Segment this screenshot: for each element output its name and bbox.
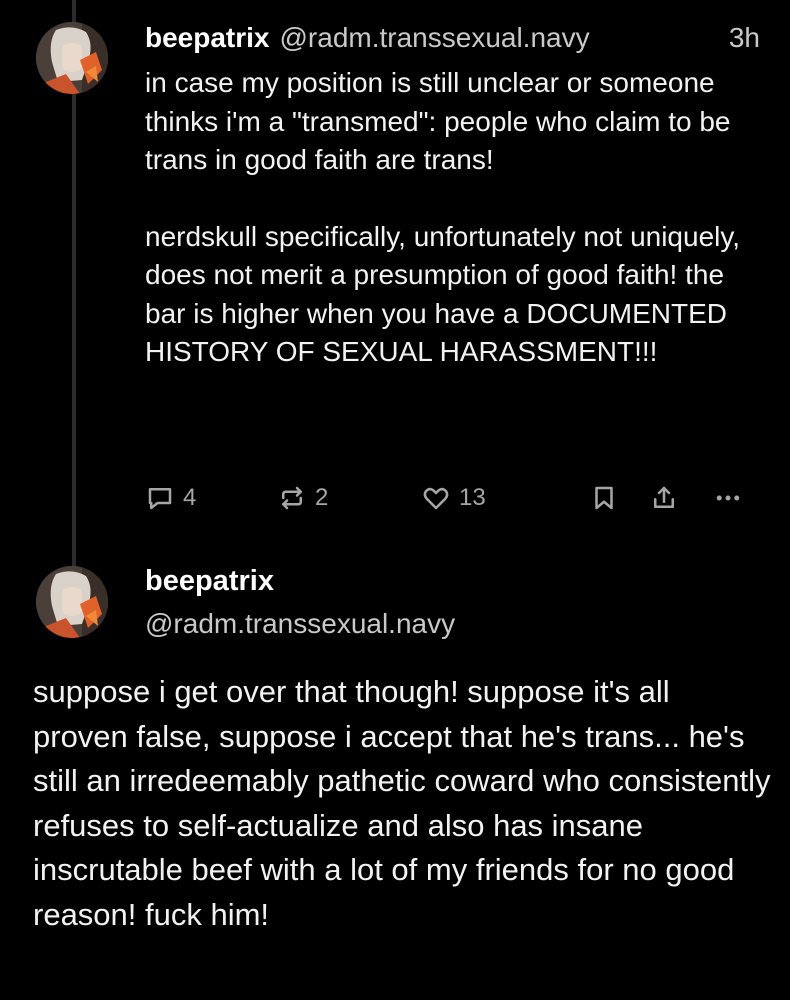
bookmark-icon	[595, 486, 613, 510]
more-icon	[716, 495, 740, 501]
bookmark-button[interactable]	[589, 478, 619, 518]
user-handle[interactable]: @radm.transsexual.navy	[280, 18, 590, 58]
post-body: suppose i get over that though! suppose …	[33, 670, 773, 938]
post-paragraph: suppose i get over that though! suppose …	[33, 674, 771, 932]
like-count: 13	[459, 484, 486, 511]
more-options-button[interactable]	[713, 478, 743, 518]
display-name[interactable]: beepatrix	[145, 18, 270, 58]
avatar[interactable]	[36, 22, 108, 94]
avatar[interactable]	[36, 566, 108, 638]
share-button[interactable]	[649, 478, 679, 518]
reply-count: 4	[183, 484, 197, 511]
display-name[interactable]: beepatrix	[145, 560, 274, 602]
post-actions: 4 2 13	[145, 478, 760, 518]
avatar-image	[36, 22, 108, 94]
repost-button[interactable]: 2	[277, 478, 328, 518]
like-button[interactable]: 13	[421, 478, 486, 518]
heart-icon	[423, 487, 449, 510]
user-handle[interactable]: @radm.transsexual.navy	[145, 604, 455, 644]
share-icon	[654, 486, 674, 508]
reply-icon	[148, 488, 172, 510]
avatar-image	[36, 566, 108, 638]
repost-count: 2	[315, 484, 329, 511]
post-timestamp[interactable]: 3h	[729, 18, 760, 58]
post-paragraph: in case my position is still unclear or …	[145, 67, 731, 175]
reply-button[interactable]: 4	[145, 478, 196, 518]
repost-icon	[282, 486, 302, 510]
post-paragraph: nerdskull specifically, unfortunately no…	[145, 220, 741, 368]
post-body: in case my position is still unclear or …	[145, 64, 745, 372]
